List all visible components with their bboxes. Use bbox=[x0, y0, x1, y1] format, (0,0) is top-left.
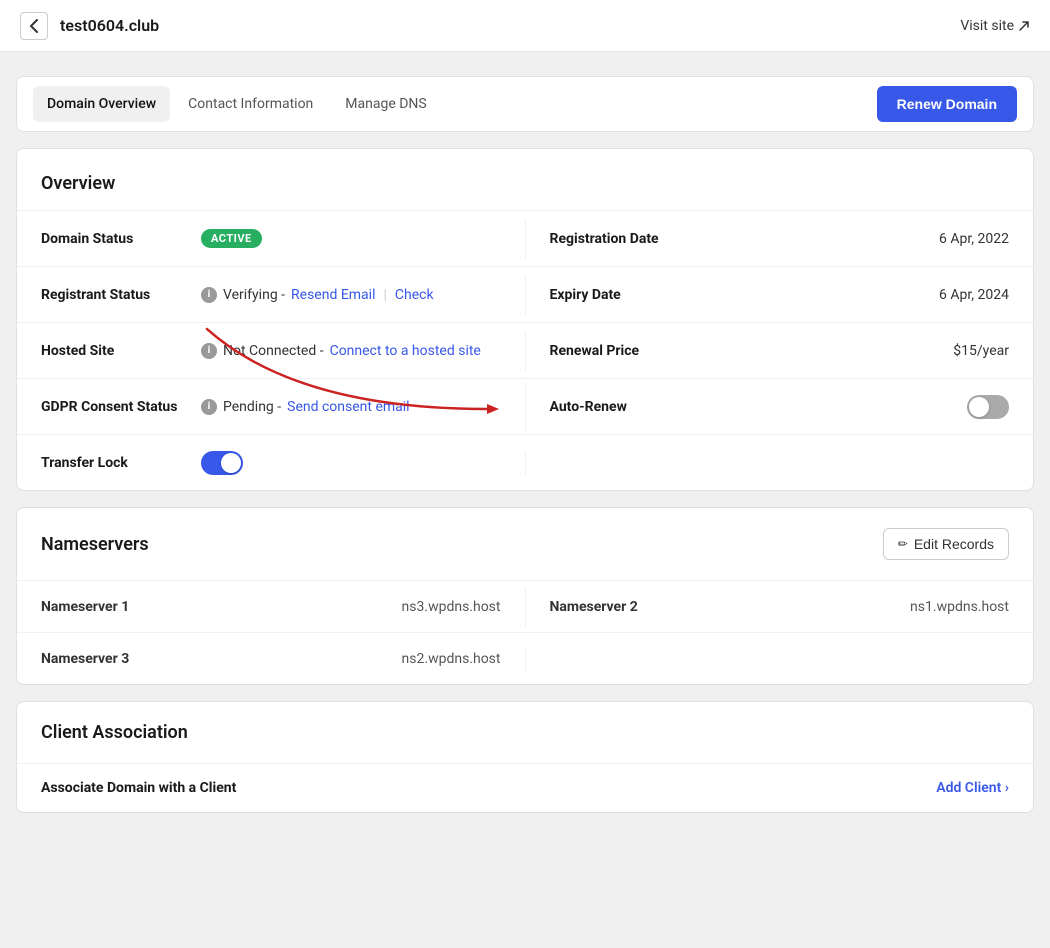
edit-records-label: Edit Records bbox=[914, 536, 994, 552]
ns3-label: Nameserver 3 bbox=[41, 651, 129, 667]
gdpr-status-text: Pending - bbox=[223, 399, 281, 415]
external-link-icon bbox=[1018, 20, 1030, 32]
hosted-site-label: Hosted Site bbox=[41, 343, 181, 359]
nameservers-header: Nameservers ✏ Edit Records bbox=[17, 508, 1033, 580]
col-registration-date: Registration Date 6 Apr, 2022 bbox=[525, 219, 1034, 259]
ns1-label: Nameserver 1 bbox=[41, 599, 129, 615]
row-domain-status: Domain Status ACTIVE Registration Date 6… bbox=[17, 210, 1033, 266]
transfer-lock-toggle-knob bbox=[221, 453, 241, 473]
edit-records-icon: ✏ bbox=[898, 537, 908, 551]
ns1-value: ns3.wpdns.host bbox=[402, 599, 501, 615]
hosted-site-value: i Not Connected - Connect to a hosted si… bbox=[201, 343, 501, 359]
overview-title: Overview bbox=[17, 149, 1033, 210]
top-bar-left: test0604.club bbox=[20, 12, 159, 40]
pipe-separator: | bbox=[383, 287, 386, 303]
client-association-title: Client Association bbox=[41, 722, 188, 743]
transfer-lock-value bbox=[201, 451, 501, 475]
col-registrant-status: Registrant Status i Verifying - Resend E… bbox=[17, 275, 525, 315]
renewal-price-label: Renewal Price bbox=[550, 343, 690, 359]
page-content: Domain Overview Contact Information Mana… bbox=[0, 52, 1050, 853]
top-bar: test0604.club Visit site bbox=[0, 0, 1050, 52]
gdpr-label: GDPR Consent Status bbox=[41, 399, 181, 415]
associate-domain-label: Associate Domain with a Client bbox=[41, 780, 236, 796]
registrant-status-label: Registrant Status bbox=[41, 287, 181, 303]
tab-domain-overview[interactable]: Domain Overview bbox=[33, 86, 170, 122]
registrant-status-value: i Verifying - Resend Email | Check bbox=[201, 287, 501, 303]
col-auto-renew: Auto-Renew bbox=[525, 383, 1034, 431]
expiry-date-value: 6 Apr, 2024 bbox=[939, 287, 1009, 303]
col-expiry-date: Expiry Date 6 Apr, 2024 bbox=[525, 275, 1034, 315]
registration-date-label: Registration Date bbox=[550, 231, 690, 247]
renew-domain-button[interactable]: Renew Domain bbox=[877, 86, 1017, 122]
tabs-left: Domain Overview Contact Information Mana… bbox=[33, 77, 441, 131]
visit-site-link[interactable]: Visit site bbox=[960, 18, 1030, 34]
renewal-price-value: $15/year bbox=[953, 343, 1009, 359]
nameservers-card: Nameservers ✏ Edit Records Nameserver 1 … bbox=[16, 507, 1034, 685]
nameservers-title: Nameservers bbox=[41, 534, 149, 555]
row-gdpr: GDPR Consent Status i Pending - Send con… bbox=[17, 378, 1033, 434]
ns-row-2: Nameserver 3 ns2.wpdns.host bbox=[17, 632, 1033, 684]
row-transfer-lock: Transfer Lock bbox=[17, 434, 1033, 490]
auto-renew-toggle-knob bbox=[969, 397, 989, 417]
client-association-card: Client Association Associate Domain with… bbox=[16, 701, 1034, 813]
check-link[interactable]: Check bbox=[395, 287, 434, 303]
ns-col-1: Nameserver 1 ns3.wpdns.host bbox=[17, 587, 525, 627]
col-transfer-lock-right bbox=[525, 451, 1034, 475]
add-client-link[interactable]: Add Client › bbox=[936, 780, 1009, 796]
col-hosted-site: Hosted Site i Not Connected - Connect to… bbox=[17, 331, 525, 371]
ns-row-1: Nameserver 1 ns3.wpdns.host Nameserver 2… bbox=[17, 580, 1033, 632]
tab-manage-dns[interactable]: Manage DNS bbox=[331, 86, 440, 122]
row-registrant-status: Registrant Status i Verifying - Resend E… bbox=[17, 266, 1033, 322]
site-title: test0604.club bbox=[60, 16, 159, 35]
client-association-header: Client Association bbox=[17, 702, 1033, 763]
registrant-status-text: Verifying - bbox=[223, 287, 285, 303]
auto-renew-label: Auto-Renew bbox=[550, 399, 690, 415]
expiry-date-label: Expiry Date bbox=[550, 287, 690, 303]
resend-email-link[interactable]: Resend Email bbox=[291, 287, 375, 303]
tab-contact-information[interactable]: Contact Information bbox=[174, 86, 327, 122]
connect-hosted-site-link[interactable]: Connect to a hosted site bbox=[330, 343, 481, 359]
client-assoc-row: Associate Domain with a Client Add Clien… bbox=[17, 763, 1033, 812]
ns2-value: ns1.wpdns.host bbox=[910, 599, 1009, 615]
ns2-label: Nameserver 2 bbox=[550, 599, 638, 615]
visit-site-label: Visit site bbox=[960, 18, 1014, 34]
hosted-site-info-icon: i bbox=[201, 343, 217, 359]
overview-card: Overview Domain Status ACTIVE Registrati… bbox=[16, 148, 1034, 491]
ns-col-4 bbox=[525, 647, 1034, 671]
domain-status-value: ACTIVE bbox=[201, 229, 501, 248]
hosted-site-text: Not Connected - bbox=[223, 343, 324, 359]
registrant-info-icon: i bbox=[201, 287, 217, 303]
gdpr-value: i Pending - Send consent email bbox=[201, 399, 501, 415]
col-domain-status: Domain Status ACTIVE bbox=[17, 217, 525, 260]
back-button[interactable] bbox=[20, 12, 48, 40]
tabs-bar: Domain Overview Contact Information Mana… bbox=[16, 76, 1034, 132]
active-badge: ACTIVE bbox=[201, 229, 262, 248]
gdpr-info-icon: i bbox=[201, 399, 217, 415]
col-transfer-lock: Transfer Lock bbox=[17, 439, 525, 487]
send-consent-email-link[interactable]: Send consent email bbox=[287, 399, 409, 415]
ns-col-3: Nameserver 3 ns2.wpdns.host bbox=[17, 639, 525, 679]
registration-date-value: 6 Apr, 2022 bbox=[939, 231, 1009, 247]
edit-records-button[interactable]: ✏ Edit Records bbox=[883, 528, 1009, 560]
ns3-value: ns2.wpdns.host bbox=[402, 651, 501, 667]
ns-col-2: Nameserver 2 ns1.wpdns.host bbox=[525, 587, 1034, 627]
col-gdpr: GDPR Consent Status i Pending - Send con… bbox=[17, 387, 525, 427]
domain-status-label: Domain Status bbox=[41, 231, 181, 247]
transfer-lock-toggle[interactable] bbox=[201, 451, 243, 475]
row-hosted-site: Hosted Site i Not Connected - Connect to… bbox=[17, 322, 1033, 378]
transfer-lock-label: Transfer Lock bbox=[41, 455, 181, 471]
auto-renew-toggle[interactable] bbox=[967, 395, 1009, 419]
col-renewal-price: Renewal Price $15/year bbox=[525, 331, 1034, 371]
